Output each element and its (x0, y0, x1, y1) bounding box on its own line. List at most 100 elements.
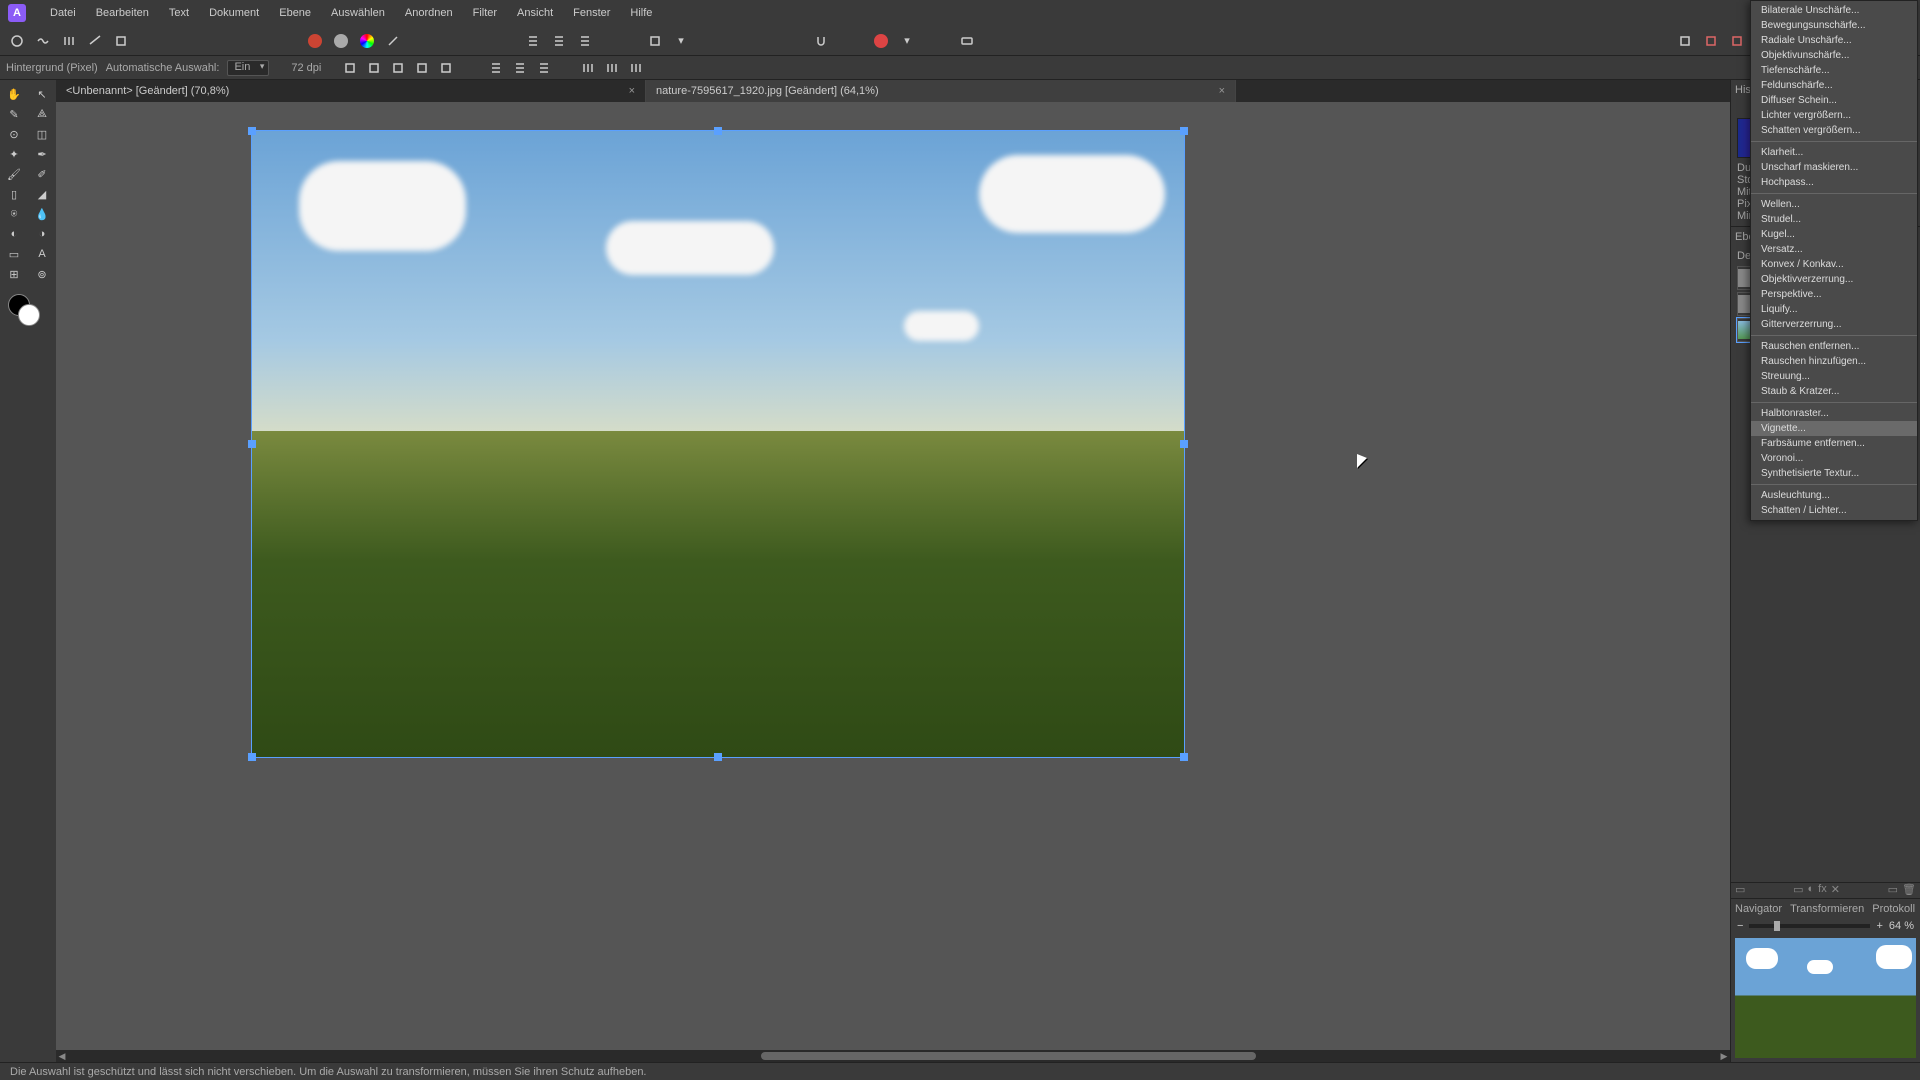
brush-tool[interactable]: 🖌 (0, 164, 28, 184)
selection-handle[interactable] (1180, 127, 1188, 135)
selection-handle[interactable] (248, 440, 256, 448)
liquify-persona-button[interactable] (32, 30, 54, 52)
front-color-swatch[interactable] (18, 304, 40, 326)
filter-item[interactable]: Versatz... (1751, 242, 1917, 257)
transform-tab[interactable]: Transformieren (1790, 903, 1864, 915)
eraser-tool[interactable]: ✐ (28, 164, 56, 184)
document-tab-2[interactable]: nature-7595617_1920.jpg [Geändert] (64,1… (646, 80, 1236, 102)
filter-item[interactable]: Tiefenschärfe... (1751, 63, 1917, 78)
transform-5-button[interactable] (435, 57, 457, 79)
filter-item[interactable]: Schatten / Lichter... (1751, 503, 1917, 518)
selection-brush-tool[interactable]: ⊙ (0, 124, 28, 144)
zoom-slider-thumb[interactable] (1774, 921, 1780, 931)
document-tab-1[interactable]: <Unbenannt> [Geändert] (70,8%) × (56, 80, 646, 102)
filter-item[interactable]: Perspektive... (1751, 287, 1917, 302)
canvas-image[interactable] (251, 130, 1185, 758)
swatch-red-button[interactable] (304, 30, 326, 52)
trash-button[interactable]: 🗑 (1902, 883, 1916, 898)
menu-anordnen[interactable]: Anordnen (395, 3, 463, 23)
scroll-thumb[interactable] (761, 1052, 1256, 1060)
filter-item[interactable]: Liquify... (1751, 302, 1917, 317)
halign-center-button[interactable] (509, 57, 531, 79)
filter-item[interactable]: Konvex / Konkav... (1751, 257, 1917, 272)
folder-button[interactable]: ▭ (1888, 883, 1898, 898)
menu-dokument[interactable]: Dokument (199, 3, 269, 23)
zoom-out-button[interactable]: − (1737, 920, 1743, 932)
navigator-tab[interactable]: Navigator (1735, 903, 1782, 915)
filter-item[interactable]: Objektivverzerrung... (1751, 272, 1917, 287)
filter-item[interactable]: Rauschen hinzufügen... (1751, 354, 1917, 369)
swatch-color-button[interactable] (356, 30, 378, 52)
transform-2-button[interactable] (363, 57, 385, 79)
gradient-tool[interactable]: ◢ (28, 184, 56, 204)
menu-ebene[interactable]: Ebene (269, 3, 321, 23)
mesh-tool[interactable]: ⊞ (0, 264, 28, 284)
selection-handle[interactable] (1180, 753, 1188, 761)
close-icon[interactable]: × (1219, 85, 1225, 97)
filter-item[interactable]: Hochpass... (1751, 175, 1917, 190)
menu-ansicht[interactable]: Ansicht (507, 3, 563, 23)
layers-group-icon[interactable]: ▭ (1735, 883, 1745, 898)
valign-top-button[interactable] (577, 57, 599, 79)
marquee-tool[interactable]: ◫ (28, 124, 56, 144)
assistant-dropdown[interactable]: ▾ (896, 30, 918, 52)
filter-item[interactable]: Unscharf maskieren... (1751, 160, 1917, 175)
quick-mask-dropdown[interactable]: ▾ (670, 30, 692, 52)
crop-tool[interactable]: ⟁ (28, 104, 56, 124)
transform-4-button[interactable] (411, 57, 433, 79)
align-left-button[interactable] (522, 30, 544, 52)
filter-item[interactable]: Feldunschärfe... (1751, 78, 1917, 93)
shape-tool[interactable]: ▭ (0, 244, 28, 264)
valign-bottom-button[interactable] (625, 57, 647, 79)
filter-item[interactable]: Halbtonraster... (1751, 406, 1917, 421)
selection-handle[interactable] (714, 127, 722, 135)
autoselect-dropdown[interactable]: Ein (227, 60, 269, 76)
filter-item[interactable]: Wellen... (1751, 197, 1917, 212)
scroll-left-button[interactable]: ◀ (56, 1051, 68, 1062)
move-tool[interactable]: ↖ (28, 84, 56, 104)
zoom-in-button[interactable]: + (1876, 920, 1882, 932)
filter-item[interactable]: Kugel... (1751, 227, 1917, 242)
zoom-tool[interactable]: ⊚ (28, 264, 56, 284)
export-persona-button[interactable] (110, 30, 132, 52)
persona-photo-button[interactable] (6, 30, 28, 52)
selection-handle[interactable] (248, 753, 256, 761)
arrange-backward-button[interactable] (1700, 30, 1722, 52)
delete-layer-button[interactable]: ✕ (1831, 883, 1840, 898)
filter-item[interactable]: Bewegungsunschärfe... (1751, 18, 1917, 33)
halign-left-button[interactable] (485, 57, 507, 79)
color-swatch[interactable] (0, 290, 56, 330)
menu-filter[interactable]: Filter (463, 3, 507, 23)
text-tool[interactable]: A (28, 244, 56, 264)
canvas[interactable] (56, 102, 1730, 1050)
close-icon[interactable]: × (629, 85, 635, 97)
develop-persona-button[interactable] (58, 30, 80, 52)
filter-item[interactable]: Bilaterale Unschärfe... (1751, 3, 1917, 18)
filter-item[interactable]: Objektivunschärfe... (1751, 48, 1917, 63)
align-center-button[interactable] (548, 30, 570, 52)
hand-tool[interactable]: ✋ (0, 84, 28, 104)
smudge-tool[interactable]: 💧 (28, 204, 56, 224)
menu-fenster[interactable]: Fenster (563, 3, 620, 23)
filter-item[interactable]: Synthetisierte Textur... (1751, 466, 1917, 481)
quick-mask-button[interactable] (644, 30, 666, 52)
filter-item[interactable]: Vignette... (1751, 421, 1917, 436)
align-right-button[interactable] (574, 30, 596, 52)
preview-button[interactable] (956, 30, 978, 52)
transform-3-button[interactable] (387, 57, 409, 79)
flood-select-tool[interactable]: ✦ (0, 144, 28, 164)
history-tab[interactable]: Protokoll (1872, 903, 1915, 915)
filter-item[interactable]: Lichter vergrößern... (1751, 108, 1917, 123)
dodge-tool[interactable]: ◐ (0, 224, 28, 244)
filter-item[interactable]: Voronoi... (1751, 451, 1917, 466)
halign-right-button[interactable] (533, 57, 555, 79)
menu-bearbeiten[interactable]: Bearbeiten (86, 3, 159, 23)
menu-hilfe[interactable]: Hilfe (620, 3, 662, 23)
filter-item[interactable]: Gitterverzerrung... (1751, 317, 1917, 332)
scroll-right-button[interactable]: ▶ (1718, 1051, 1730, 1062)
add-mask-button[interactable]: ◐ (1808, 883, 1815, 898)
navigator-thumbnail[interactable] (1735, 938, 1916, 1058)
add-layer-button[interactable]: ▭ (1793, 883, 1803, 898)
clone-tool[interactable]: ⍟ (0, 204, 28, 224)
fill-tool[interactable]: ▯ (0, 184, 28, 204)
